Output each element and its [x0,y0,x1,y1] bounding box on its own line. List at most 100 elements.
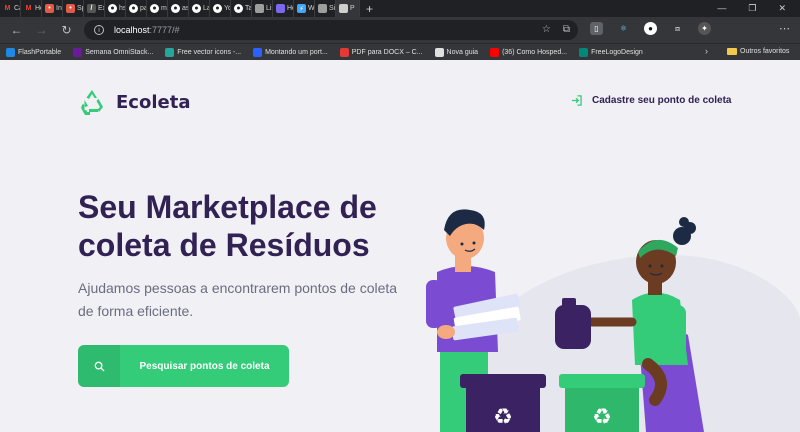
login-arrow-icon [571,95,582,106]
browser-tab[interactable]: ⚡Wind [294,0,315,17]
rocket-icon: • [45,4,54,13]
github-icon: ● [234,4,243,13]
browser-tab[interactable]: ●hstra [105,0,126,17]
recycle-icon [81,90,103,115]
bookmark-favicon-icon [253,47,263,57]
browser-menu-icon[interactable]: ⋯ [779,22,790,35]
svg-text:♻: ♻ [493,405,513,430]
bookmark-favicon-icon [339,47,349,57]
tab-label: askm [182,5,189,12]
bookmark-label: Montando um port... [265,48,328,56]
reload-icon[interactable]: ↻ [54,23,79,37]
bookmarks-overflow-icon[interactable]: › [705,46,708,56]
browser-tab[interactable]: ●patric [126,0,147,17]
browser-tab[interactable]: P✕ [336,0,360,17]
tab-label: Hosti [35,5,41,12]
tab-label: marc [161,5,167,12]
close-window-icon[interactable]: ✕ [778,3,786,14]
browser-tab[interactable]: ●marc [147,0,168,17]
page-icon [339,4,348,13]
pen-icon: / [87,4,96,13]
browser-tab[interactable]: •Inscr [42,0,63,17]
gmail-icon: M [4,5,11,12]
bookmark-item[interactable]: (36) Como Hosped... [490,47,568,57]
forward-icon[interactable]: → [29,23,54,37]
profile-avatar-icon[interactable]: ✦ [698,22,711,35]
bookmark-favicon-icon [73,47,83,57]
extension-puzzle-icon[interactable]: ⧉ [563,24,570,35]
github-icon: ● [171,4,180,13]
back-icon[interactable]: ← [4,23,29,37]
tab-label: Signu [329,5,336,12]
browser-tab[interactable]: ●Tailw [231,0,252,17]
bookmark-label: Nova guia [446,48,479,56]
browser-tab[interactable]: MCaixa [0,0,21,17]
browser-tab[interactable]: MHosti [21,0,42,17]
search-icon-box [78,345,120,387]
register-collection-point-link[interactable]: Cadastre seu ponto de coleta [571,95,731,106]
address-bar: ← → ↻ i localhost:7777/# ☆ ⧉ ▯ ⚛ ● ⧈ ✦ ⋯ [0,17,800,43]
gmail-icon: M [25,5,32,12]
bookmark-item[interactable]: Montando um port... [253,47,328,57]
tab-label: Inscr [56,5,62,12]
bookmark-favicon-icon [165,47,175,57]
maximize-icon[interactable]: ❐ [748,3,756,14]
svg-text:♻: ♻ [592,405,612,430]
bookmark-label: PDF para DOCX – C... [351,48,423,56]
tab-label: Caixa [14,5,20,12]
bookmark-item[interactable]: Free vector icons -... [165,47,242,57]
bookmark-label: FreeLogoDesign [591,48,643,56]
tab-label: Hello [287,5,293,12]
github-icon: ● [213,4,222,13]
tab-label: Wind [308,5,315,12]
bookmarks-bar: FlashPortable Semana OmniStack... Free vec… [0,43,800,60]
bookmark-label: (36) Como Hosped... [502,48,568,56]
github-icon: ● [129,4,138,13]
tab-label: patric [140,5,146,12]
other-bookmarks-folder[interactable]: Outros favoritos [727,48,789,55]
bookmark-item[interactable]: FlashPortable [6,47,62,57]
browser-tab[interactable]: /Exper [84,0,105,17]
github-icon: ● [108,4,117,13]
page-icon [255,4,264,13]
react-devtools-icon[interactable]: ⚛ [617,22,630,35]
bookmark-label: FlashPortable [18,48,62,56]
ecoleta-logo[interactable]: Ecoleta [78,88,190,116]
circle-icon [276,4,285,13]
bookmark-favicon-icon [434,47,444,57]
browser-tab[interactable]: Listar [252,0,273,17]
close-tab-icon[interactable]: ✕ [359,4,360,13]
url-field[interactable]: i localhost:7777/# ☆ ⧉ [84,20,578,40]
url-text[interactable]: localhost:7777/# [114,25,180,35]
bookmark-item[interactable]: PDF para DOCX – C... [339,47,423,57]
site-info-icon[interactable]: i [94,25,104,35]
logo-text: Ecoleta [116,91,191,113]
collections-icon[interactable]: ⧈ [671,22,684,35]
bookmark-label: Free vector icons -... [177,48,242,56]
rocket-icon: • [66,4,75,13]
browser-tab[interactable]: Signu [315,0,336,17]
browser-tab[interactable]: ●askm [168,0,189,17]
browser-tab[interactable]: ●Laura [189,0,210,17]
browser-tab[interactable]: ●Your [210,0,231,17]
tab-label: Speal [77,5,83,12]
search-icon [94,361,105,372]
tab-label: P [350,5,355,12]
window-controls: — ❐ ✕ [717,3,800,14]
recycling-illustration: ♻ ♻ [426,209,800,432]
github-extension-icon[interactable]: ● [644,22,657,35]
minimize-icon[interactable]: — [717,3,726,14]
browser-tab[interactable]: Hello [273,0,294,17]
hero-title: Seu Marketplace de coleta de Resíduos [78,189,377,263]
bookmark-item[interactable]: FreeLogoDesign [579,47,643,57]
folder-icon [727,48,737,55]
office-extension-icon[interactable]: ▯ [590,22,603,35]
green-recycling-bin: ♻ [559,374,645,432]
bookmark-star-icon[interactable]: ☆ [542,24,551,35]
browser-tab[interactable]: •Speal [63,0,84,17]
search-collection-points-button[interactable]: Pesquisar pontos de coleta [78,345,289,387]
hero-description: Ajudamos pessoas a encontrarem pontos de… [78,280,398,319]
bookmark-item[interactable]: Nova guia [434,47,479,57]
bookmark-item[interactable]: Semana OmniStack... [73,47,153,57]
new-tab-button[interactable]: + [366,2,373,16]
